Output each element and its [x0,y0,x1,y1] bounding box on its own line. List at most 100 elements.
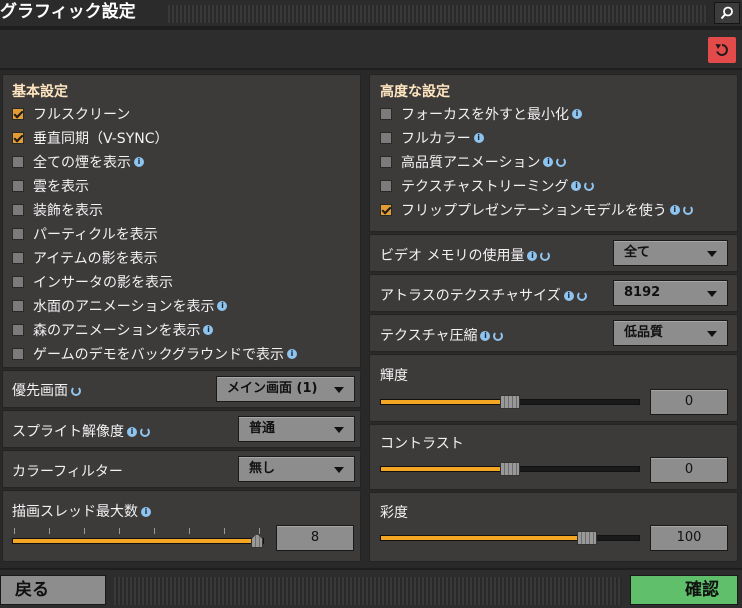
advanced-checkbox-row[interactable]: フルカラー i [380,127,484,149]
restart-required-icon [682,205,693,215]
checkbox[interactable] [12,132,24,144]
render-threads-value[interactable]: 8 [276,525,354,551]
checkbox-label: フォーカスを外すと最小化 [401,107,569,123]
checkbox-label: フルスクリーン [33,107,131,123]
checkbox[interactable] [12,348,24,360]
search-button[interactable] [714,2,740,24]
vram-usage-dropdown[interactable]: 全て [613,240,728,266]
checkbox[interactable] [12,180,24,192]
checkbox-label: 全ての煙を表示 [33,155,131,171]
checkbox-label: テクスチャストリーミング [401,179,569,195]
advanced-checkbox-row[interactable]: フリッププレゼンテーションモデルを使う i [380,199,693,221]
checkbox-label: 高品質アニメーション [401,155,541,171]
reset-button[interactable] [708,37,736,63]
basic-checkbox-row[interactable]: 森のアニメーションを表示 i [12,319,214,341]
checkbox[interactable] [12,276,24,288]
slider-tick [49,528,50,534]
checkbox[interactable] [380,108,392,120]
advanced-checkbox-row[interactable]: 高品質アニメーション i [380,151,567,173]
window-title: グラフィック設定 [0,2,136,22]
confirm-button[interactable]: 確認 [630,575,738,605]
checkbox-label: インサータの影を表示 [33,275,173,291]
basic-checkbox-row[interactable]: 装飾を表示 [12,199,103,221]
restart-required-icon [140,427,150,437]
atlas-size-dropdown[interactable]: 8192 [613,280,728,306]
checkbox[interactable] [12,300,24,312]
checkbox[interactable] [12,324,24,336]
toolbar [0,30,742,68]
advanced-checkbox-row[interactable]: フォーカスを外すと最小化 i [380,103,582,125]
basic-checkbox-row[interactable]: ゲームのデモをバックグラウンドで表示 i [12,343,298,365]
checkbox[interactable] [12,228,24,240]
texture-compression-value: 低品質 [624,325,664,340]
color-filter-dropdown[interactable]: 無し [238,456,355,482]
saturation-value[interactable]: 100 [650,525,728,551]
checkbox-label: フルカラー [401,131,471,147]
basic-checkbox-row[interactable]: アイテムの影を表示 [12,247,158,269]
saturation-slider[interactable] [380,531,640,545]
slider-fill [381,467,510,471]
restart-required-icon [540,251,551,261]
slider-tick [84,528,85,534]
info-icon: i [571,181,582,191]
basic-checkbox-row[interactable]: フルスクリーン [12,103,130,125]
reset-icon [715,44,728,56]
contrast-slider[interactable] [380,462,640,476]
sprite-resolution-dropdown[interactable]: 普通 [238,416,355,442]
checkbox[interactable] [380,132,392,144]
checkbox-label: 装飾を表示 [33,203,103,219]
priority-screen-value: メイン画面 (1) [227,381,318,396]
basic-checkbox-row[interactable]: 雲を表示 [12,175,89,197]
checkbox[interactable] [12,204,24,216]
info-icon: i [473,133,484,143]
atlas-size-label: アトラスのテクスチャサイズ i [380,285,587,305]
brightness-value[interactable]: 0 [650,389,728,415]
restart-required-icon [71,386,81,396]
basic-checkbox-row[interactable]: 垂直同期（V-SYNC） [12,127,169,149]
checkbox[interactable] [380,156,392,168]
checkbox[interactable] [380,180,392,192]
checkbox[interactable] [12,252,24,264]
sprite-resolution-value: 普通 [249,421,276,436]
chevron-down-icon [707,291,717,297]
contrast-label: コントラスト [380,436,464,452]
slider-fill [381,536,588,540]
checkbox[interactable] [12,108,24,120]
texture-compression-dropdown[interactable]: 低品質 [613,320,728,346]
restart-required-icon [493,331,504,341]
checkbox-label: アイテムの影を表示 [33,251,158,267]
basic-checkbox-row[interactable]: 全ての煙を表示 i [12,151,144,173]
info-icon: i [572,109,582,119]
slider-ticks [14,528,264,534]
slider-fill [381,400,510,404]
vram-usage-label: ビデオ メモリの使用量 i [380,245,551,265]
checkbox[interactable] [380,204,392,216]
info-icon: i [543,157,554,167]
brightness-slider[interactable] [380,395,640,409]
basic-checkbox-row[interactable]: パーティクルを表示 [12,223,158,245]
chevron-down-icon [707,251,717,257]
chevron-down-icon [334,387,344,393]
slider-handle[interactable] [500,395,520,409]
saturation-label: 彩度 [380,505,408,521]
priority-screen-dropdown[interactable]: メイン画面 (1) [216,376,355,402]
contrast-value[interactable]: 0 [650,457,728,483]
advanced-checkbox-row[interactable]: テクスチャストリーミング i [380,175,595,197]
advanced-settings-title: 高度な設定 [380,84,450,100]
info-icon: i [563,291,574,301]
info-icon: i [134,157,144,167]
drag-handle[interactable] [114,577,622,605]
basic-checkbox-row[interactable]: 水面のアニメーションを表示 i [12,295,228,317]
slider-handle[interactable] [577,531,598,545]
back-button[interactable]: 戻る [0,575,106,605]
render-threads-slider[interactable] [12,534,264,548]
info-icon: i [127,427,137,437]
render-threads-label: 描画スレッド最大数 i [12,501,151,521]
basic-checkbox-row[interactable]: インサータの影を表示 [12,271,173,293]
restart-required-icon [556,157,567,167]
checkbox[interactable] [12,156,24,168]
slider-tick [224,528,225,534]
slider-handle[interactable] [500,462,520,476]
drag-handle[interactable] [168,5,708,23]
atlas-size-value: 8192 [624,285,661,300]
